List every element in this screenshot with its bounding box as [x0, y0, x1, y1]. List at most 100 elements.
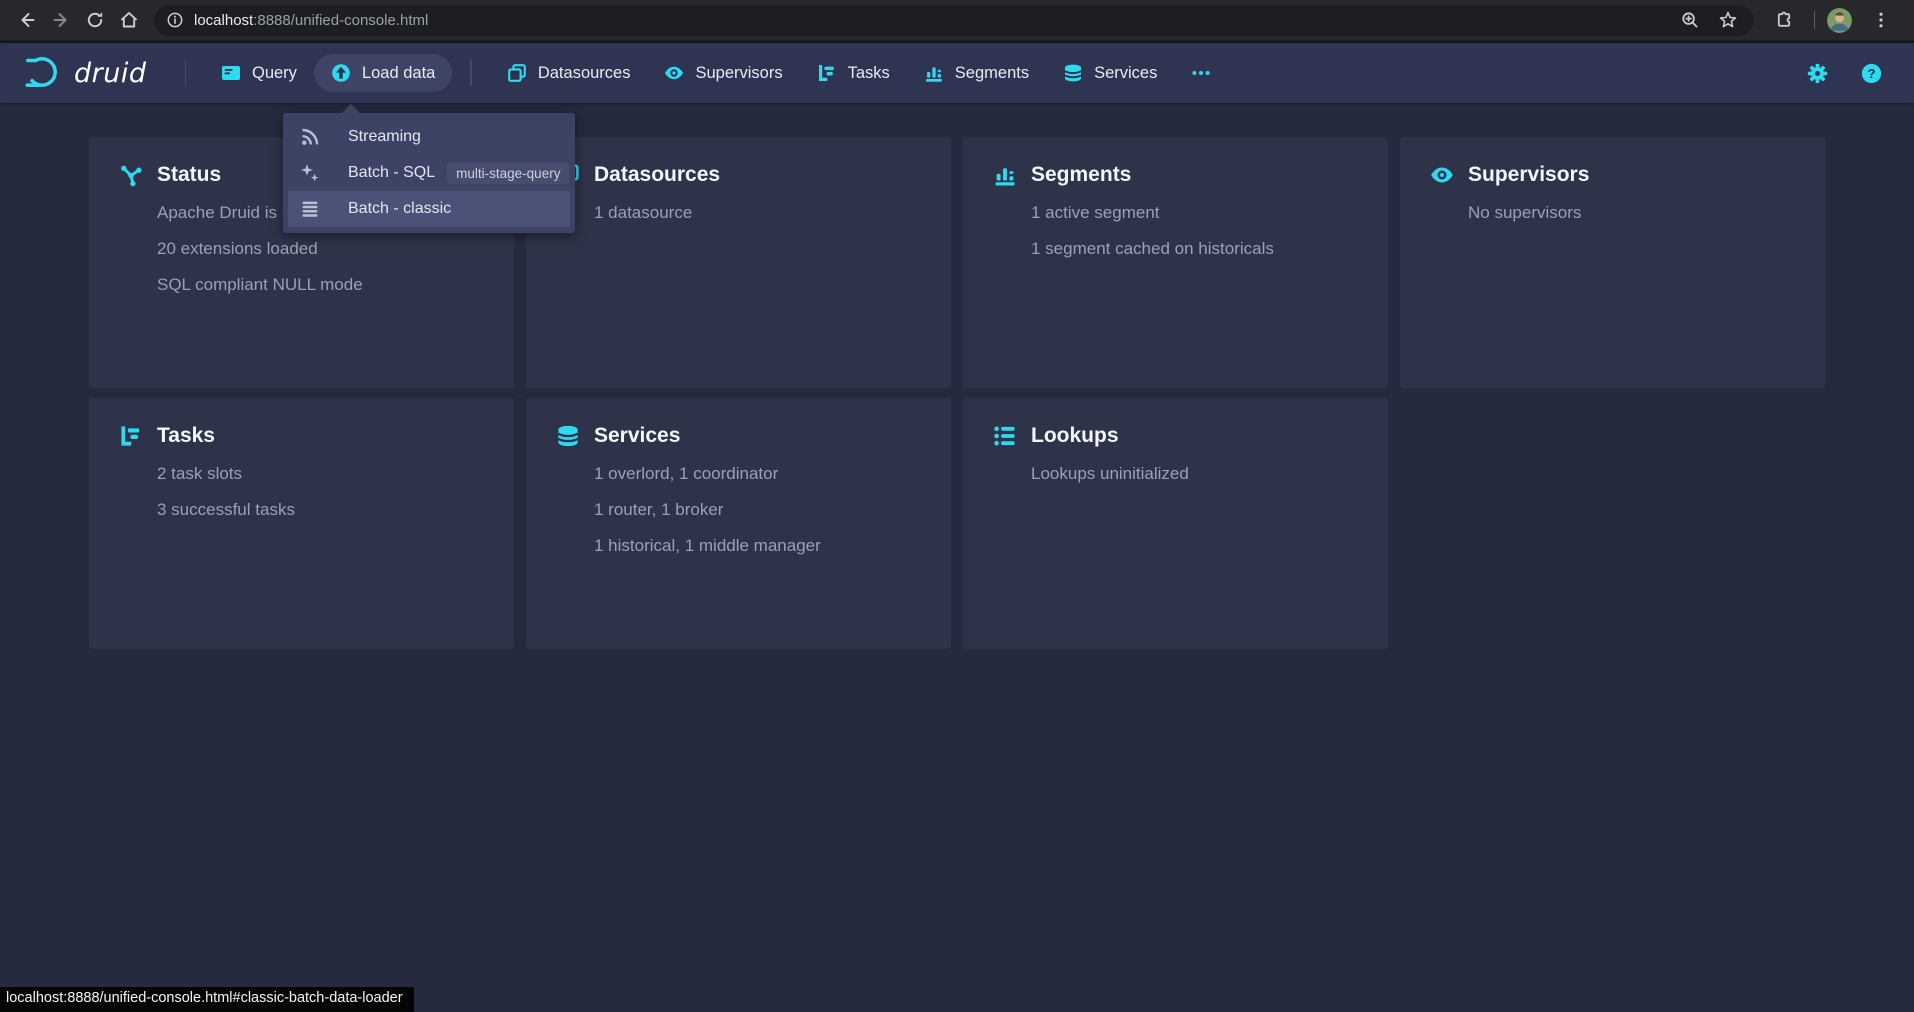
druid-logo[interactable]: druid: [24, 56, 147, 90]
card-line: 1 active segment: [1031, 202, 1358, 223]
nav-item-label: Tasks: [848, 64, 890, 83]
datasources-icon: [507, 63, 527, 83]
url-host: localhost: [194, 12, 253, 29]
nav-item-tasks[interactable]: Tasks: [800, 54, 907, 92]
menu-item-label: Batch - classic: [348, 200, 451, 218]
segments-icon: [924, 63, 944, 83]
status-icon: [119, 163, 143, 187]
services-icon: [1063, 63, 1083, 83]
card-line: 1 historical, 1 middle manager: [594, 535, 921, 556]
card-lookups[interactable]: Lookups Lookups uninitialized: [963, 398, 1388, 649]
card-supervisors[interactable]: Supervisors No supervisors: [1400, 137, 1825, 388]
card-header: Datasources: [556, 163, 921, 187]
screen: localhost:8888/unified-console.html: [0, 0, 1914, 1012]
nav-item-load-data[interactable]: Load data: [314, 54, 452, 92]
load-data-icon: [331, 63, 351, 83]
nav-item-query[interactable]: Query: [204, 54, 314, 92]
menu-item-batch-classic[interactable]: Batch - classic: [288, 191, 570, 227]
toolbar-divider: [1814, 11, 1815, 29]
help-icon[interactable]: ?: [1854, 56, 1888, 90]
sparkles-icon: [300, 163, 334, 183]
card-line: No supervisors: [1468, 202, 1795, 223]
card-title: Datasources: [594, 163, 720, 187]
card-title: Status: [157, 163, 221, 187]
nav-item-label: Services: [1094, 64, 1157, 83]
card-title: Lookups: [1031, 424, 1119, 448]
card-header: Segments: [993, 163, 1358, 187]
card-line: 1 overlord, 1 coordinator: [594, 463, 921, 484]
query-icon: [221, 63, 241, 83]
nav-item-label: Query: [252, 64, 297, 83]
url-bar[interactable]: localhost:8888/unified-console.html: [154, 5, 1754, 36]
extensions-icon[interactable]: [1768, 3, 1802, 37]
site-info-icon[interactable]: [166, 11, 184, 29]
tasks-icon: [817, 63, 837, 83]
profile-avatar[interactable]: [1827, 8, 1852, 33]
settings-gear-icon[interactable]: [1800, 56, 1834, 90]
nav-divider: [185, 60, 187, 86]
url-path: :8888/unified-console.html: [253, 12, 428, 29]
segments-icon: [993, 163, 1017, 187]
home-icon[interactable]: [112, 3, 146, 37]
card-title: Segments: [1031, 163, 1131, 187]
forward-icon[interactable]: [44, 3, 78, 37]
card-title: Services: [594, 424, 680, 448]
menu-item-streaming[interactable]: Streaming: [288, 119, 570, 155]
services-icon: [556, 424, 580, 448]
browser-menu-icon[interactable]: [1864, 3, 1898, 37]
menu-item-tag: multi-stage-query: [447, 163, 569, 184]
bookmark-star-icon[interactable]: [1716, 8, 1740, 32]
zoom-icon[interactable]: [1678, 8, 1702, 32]
nav-item-label: Datasources: [538, 64, 631, 83]
card-header: Lookups: [993, 424, 1358, 448]
lookups-icon: [993, 424, 1017, 448]
card-line: 20 extensions loaded: [157, 238, 484, 259]
nav-item-services[interactable]: Services: [1046, 54, 1174, 92]
nav-item-segments[interactable]: Segments: [907, 54, 1046, 92]
url-text[interactable]: localhost:8888/unified-console.html: [194, 12, 1678, 29]
card-line: 1 datasource: [594, 202, 921, 223]
card-line: 2 task slots: [157, 463, 484, 484]
tasks-icon: [119, 424, 143, 448]
brand-name: druid: [74, 58, 147, 89]
load-data-menu: StreamingBatch - SQLmulti-stage-queryBat…: [283, 113, 575, 233]
card-title: Supervisors: [1468, 163, 1589, 187]
nav-item-more[interactable]: [1174, 54, 1228, 92]
more-icon: [1191, 63, 1211, 83]
reload-icon[interactable]: [78, 3, 112, 37]
nav-item-label: Segments: [955, 64, 1029, 83]
supervisors-icon: [664, 63, 684, 83]
browser-actions: [1768, 3, 1904, 37]
card-services[interactable]: Services 1 overlord, 1 coordinator 1 route…: [526, 398, 951, 649]
back-icon[interactable]: [10, 3, 44, 37]
menu-item-label: Streaming: [348, 128, 421, 146]
druid-logo-icon: [24, 56, 64, 90]
menu-item-batch-sql[interactable]: Batch - SQL multi-stage-query: [288, 155, 570, 191]
card-line: 1 router, 1 broker: [594, 499, 921, 520]
card-datasources[interactable]: Datasources 1 datasource: [526, 137, 951, 388]
card-line: 3 successful tasks: [157, 499, 484, 520]
card-line: SQL compliant NULL mode: [157, 274, 484, 295]
card-header: Services: [556, 424, 921, 448]
card-header: Supervisors: [1430, 163, 1795, 187]
nav-item-label: Supervisors: [695, 64, 782, 83]
card-line: Lookups uninitialized: [1031, 463, 1358, 484]
card-row: Tasks 2 task slots 3 successful tasks Servi…: [89, 398, 1825, 649]
svg-text:?: ?: [1867, 66, 1875, 81]
nav-items: Query Load data Datasources Supervisors Task…: [204, 54, 1228, 92]
browser-toolbar: localhost:8888/unified-console.html: [0, 0, 1914, 43]
card-line: 1 segment cached on historicals: [1031, 238, 1358, 259]
supervisors-icon: [1430, 163, 1454, 187]
card-segments[interactable]: Segments 1 active segment 1 segment cached…: [963, 137, 1388, 388]
nav-item-datasources[interactable]: Datasources: [490, 54, 648, 92]
streaming-icon: [300, 127, 334, 147]
card-header: Tasks: [119, 424, 484, 448]
nav-item-supervisors[interactable]: Supervisors: [647, 54, 799, 92]
batch-classic-icon: [300, 199, 334, 219]
menu-item-label: Batch - SQL: [348, 164, 435, 182]
card-tasks[interactable]: Tasks 2 task slots 3 successful tasks: [89, 398, 514, 649]
card-title: Tasks: [157, 424, 215, 448]
nav-item-label: Load data: [362, 64, 435, 83]
nav-right: ?: [1800, 56, 1888, 90]
nav-divider: [470, 60, 472, 86]
